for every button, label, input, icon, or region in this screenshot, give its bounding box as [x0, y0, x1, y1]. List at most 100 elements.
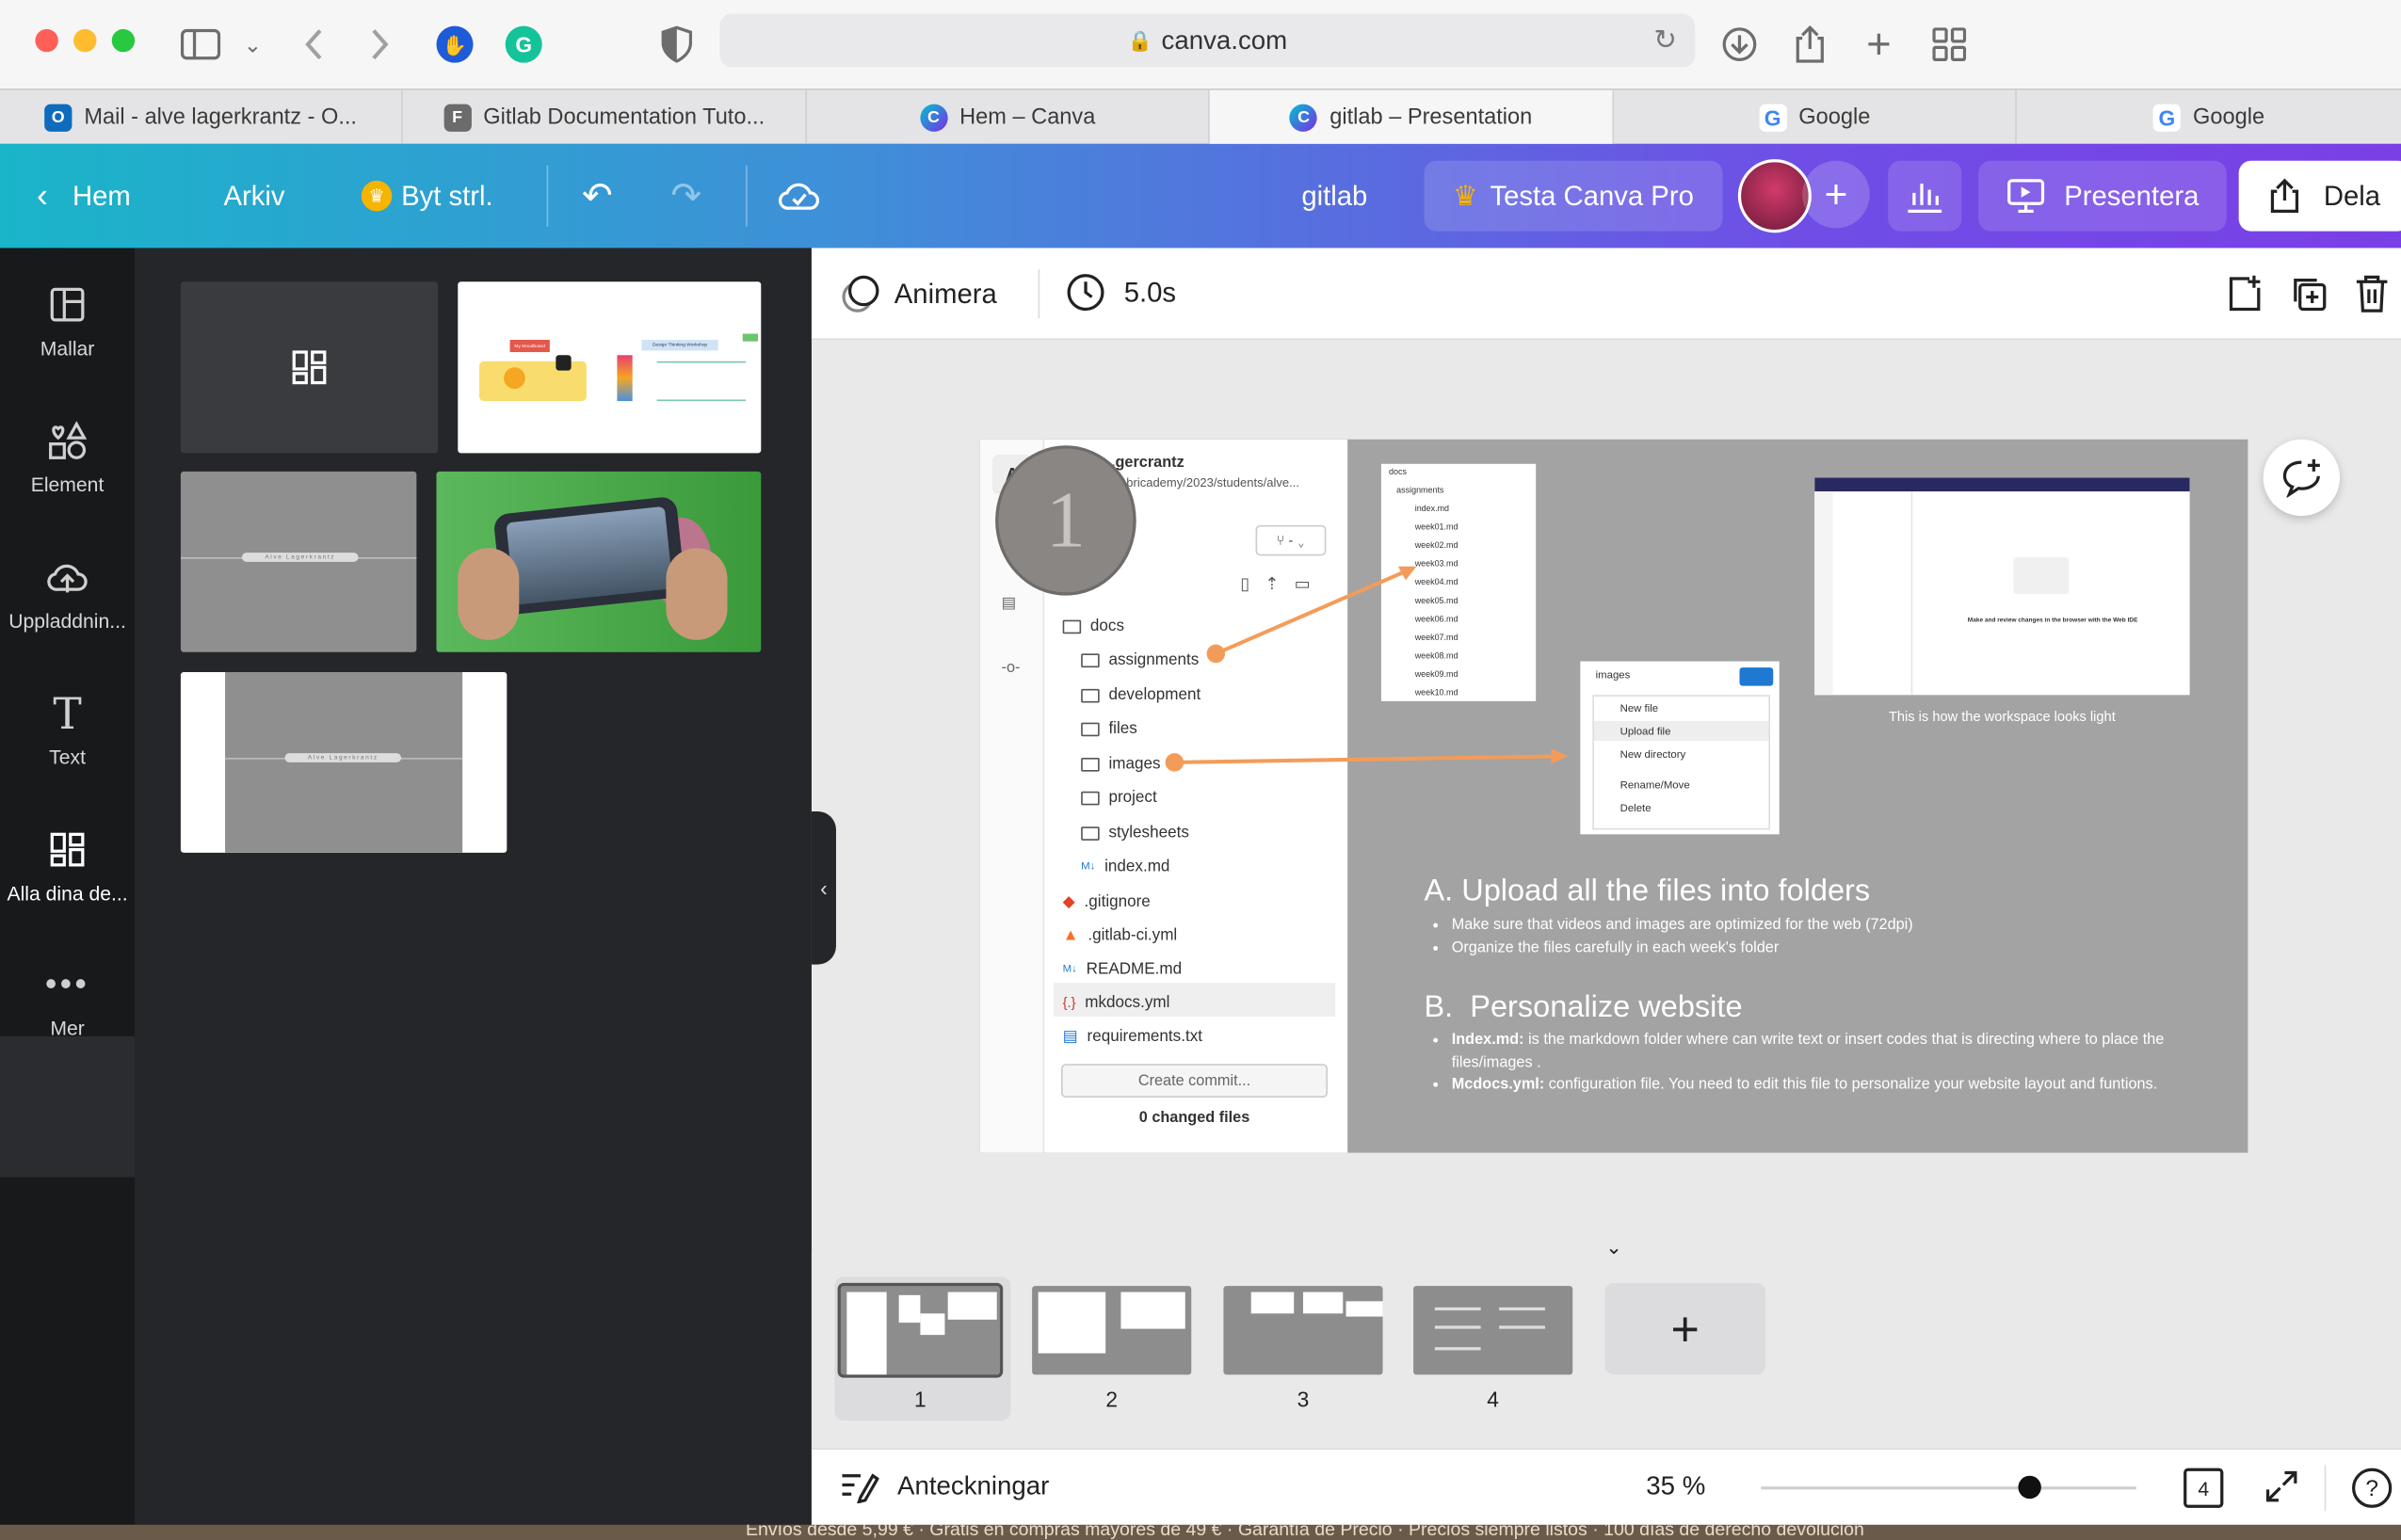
- crown-icon: ♛: [361, 180, 393, 212]
- tab-google-1[interactable]: G Google: [1614, 89, 2017, 146]
- context-toolbar: Animera 5.0s: [811, 248, 2401, 341]
- list-item: Mcdocs.yml: configuration file. You need…: [1452, 1075, 2217, 1098]
- rail-item-text[interactable]: T Text: [0, 688, 135, 768]
- add-comment-button[interactable]: [2263, 439, 2340, 517]
- outlook-icon: O: [44, 104, 73, 132]
- editor-topbar: ‹ Hem Arkiv ♛ Byt strl. ↶ ↷ gitlab ♛ Tes…: [0, 143, 2401, 249]
- moodboard-label: My Moodboard: [509, 340, 550, 353]
- canva-icon: C: [919, 104, 948, 132]
- fullscreen-icon[interactable]: [2264, 1468, 2300, 1513]
- tab-canva-home[interactable]: C Hem – Canva: [807, 89, 1210, 146]
- chevron-left-icon: ‹: [37, 176, 48, 215]
- tab-mail[interactable]: O Mail - alve lagerkrantz - O...: [0, 89, 403, 146]
- zoom-readout[interactable]: 35 %: [1646, 1471, 1705, 1502]
- back-icon[interactable]: [291, 22, 337, 68]
- crown-icon: ♛: [1453, 180, 1478, 211]
- cloud-saved-icon[interactable]: [778, 144, 821, 249]
- page-thumbnail-4[interactable]: [1410, 1282, 1576, 1378]
- svg-text:✋: ✋: [443, 33, 467, 56]
- chevron-left-icon: ‹: [820, 875, 828, 901]
- comment-add-icon: [2282, 458, 2320, 498]
- tab-gitlab-presentation[interactable]: Cgitlab – Presentation: [1209, 89, 1615, 146]
- page-thumbnail-1[interactable]: [837, 1282, 1004, 1378]
- animate-button[interactable]: Animera: [839, 272, 997, 315]
- rail-item-all-designs[interactable]: Alla dina de...: [0, 826, 135, 905]
- design-thumbnail-phone-photo[interactable]: [436, 471, 762, 652]
- rail-item-elements[interactable]: Element: [0, 418, 135, 496]
- design-title[interactable]: gitlab: [1301, 144, 1367, 249]
- redo-icon[interactable]: ↷: [670, 144, 701, 249]
- home-button[interactable]: ‹ Hem: [37, 144, 131, 249]
- canva-icon: C: [1289, 104, 1318, 132]
- upload-share-icon: [2271, 178, 2299, 214]
- address-bar[interactable]: 🔒 canva.com ↻: [719, 13, 1696, 68]
- zoom-slider[interactable]: [1761, 1486, 2136, 1490]
- lock-icon: 🔒: [1127, 28, 1152, 52]
- url-text: canva.com: [1161, 24, 1288, 55]
- name-strip-label: Alve Lagerkrantz: [241, 553, 359, 562]
- new-tab-icon[interactable]: +: [1856, 20, 1902, 67]
- timing-button[interactable]: 5.0s: [1066, 272, 1176, 312]
- editor-footer: Anteckningar 35 % 4 ?: [811, 1448, 2401, 1525]
- page-count-button[interactable]: 4: [2183, 1468, 2224, 1508]
- tab-google-2[interactable]: G Google: [2017, 90, 2401, 146]
- duplicate-page-icon[interactable]: [2289, 274, 2328, 321]
- add-collaborator-button[interactable]: +: [1802, 160, 1870, 229]
- page-thumbnail-3[interactable]: [1220, 1282, 1386, 1378]
- hand-extension-icon[interactable]: ✋: [432, 22, 478, 68]
- tab-overview-icon[interactable]: [1926, 22, 1973, 68]
- minimize-window-button[interactable]: [73, 28, 97, 53]
- name-strip-label: Alve Lagerkrantz: [284, 753, 402, 762]
- ticker-text: Envíos desde 5,99 € · Gratis en compras …: [746, 1524, 1864, 1540]
- chevron-down-icon[interactable]: ⌄: [230, 22, 276, 68]
- templates-icon: [49, 281, 86, 328]
- rail-item-templates[interactable]: Mallar: [0, 281, 135, 360]
- rail-item-uploads[interactable]: Uppladdnin...: [0, 554, 135, 633]
- slide-canvas[interactable]: A ▤ -o- ...gercrantz .../fabricademy/202…: [979, 439, 2248, 1153]
- share-icon[interactable]: [1787, 22, 1833, 68]
- elements-icon: [47, 418, 88, 464]
- design-thumbnail-gray-1[interactable]: Alve Lagerkrantz: [180, 471, 417, 652]
- chevron-down-icon[interactable]: ⌄: [1549, 1228, 1679, 1266]
- page-number: 3: [1297, 1387, 1310, 1412]
- grammarly-icon[interactable]: G: [501, 22, 547, 68]
- close-window-button[interactable]: [35, 28, 58, 53]
- resize-button[interactable]: ♛ Byt strl.: [361, 144, 493, 249]
- help-icon[interactable]: ?: [2351, 1468, 2393, 1508]
- f-icon: F: [443, 104, 472, 132]
- zoom-slider-handle[interactable]: [2018, 1475, 2041, 1500]
- reload-icon[interactable]: ↻: [1653, 24, 1677, 56]
- present-icon: [2007, 179, 2045, 214]
- page-number: 1: [914, 1387, 927, 1412]
- notes-button[interactable]: Anteckningar: [839, 1469, 1049, 1504]
- share-button[interactable]: Dela: [2238, 160, 2401, 232]
- tab-gitlab-docs[interactable]: F Gitlab Documentation Tuto...: [403, 89, 808, 146]
- design-thumbnail-blank[interactable]: [180, 281, 439, 454]
- avatar[interactable]: [1737, 159, 1812, 233]
- design-thumbnail-moodboard[interactable]: My Moodboard Design Thinking Workshop: [458, 281, 762, 454]
- present-button[interactable]: Presentera: [1978, 160, 2227, 232]
- sidebar-toggle-icon[interactable]: [178, 22, 224, 68]
- add-page-button[interactable]: +: [1604, 1282, 1766, 1375]
- browser-toolbar: ⌄ ✋ G 🔒 canva.com ↻ +: [0, 0, 2401, 89]
- delete-page-icon[interactable]: [2354, 274, 2391, 321]
- design-thumbnail-gray-2[interactable]: Alve Lagerkrantz: [180, 671, 508, 853]
- downloads-icon[interactable]: [1716, 22, 1763, 68]
- file-menu[interactable]: Arkiv: [223, 144, 284, 249]
- undo-icon[interactable]: ↶: [582, 144, 613, 249]
- shield-icon[interactable]: [653, 22, 700, 68]
- forward-icon[interactable]: [357, 22, 403, 68]
- all-designs-icon: [49, 826, 86, 873]
- list-item: Make sure that videos and images are opt…: [1452, 916, 1913, 938]
- insights-icon[interactable]: [1888, 160, 1962, 232]
- more-icon: •••: [44, 964, 90, 1003]
- collapse-panel-button[interactable]: ‹: [811, 810, 836, 965]
- section-b-list: Index.md: is the markdown folder where c…: [1452, 1030, 2217, 1097]
- try-pro-button[interactable]: ♛ Testa Canva Pro: [1424, 160, 1723, 232]
- add-page-icon[interactable]: [2227, 274, 2264, 321]
- rail-item-more[interactable]: ••• Mer: [0, 961, 135, 1040]
- page-thumbnail-2[interactable]: [1028, 1282, 1195, 1378]
- zoom-window-button[interactable]: [111, 28, 136, 53]
- notes-icon: [842, 1473, 879, 1504]
- clock-icon: [1067, 274, 1104, 312]
